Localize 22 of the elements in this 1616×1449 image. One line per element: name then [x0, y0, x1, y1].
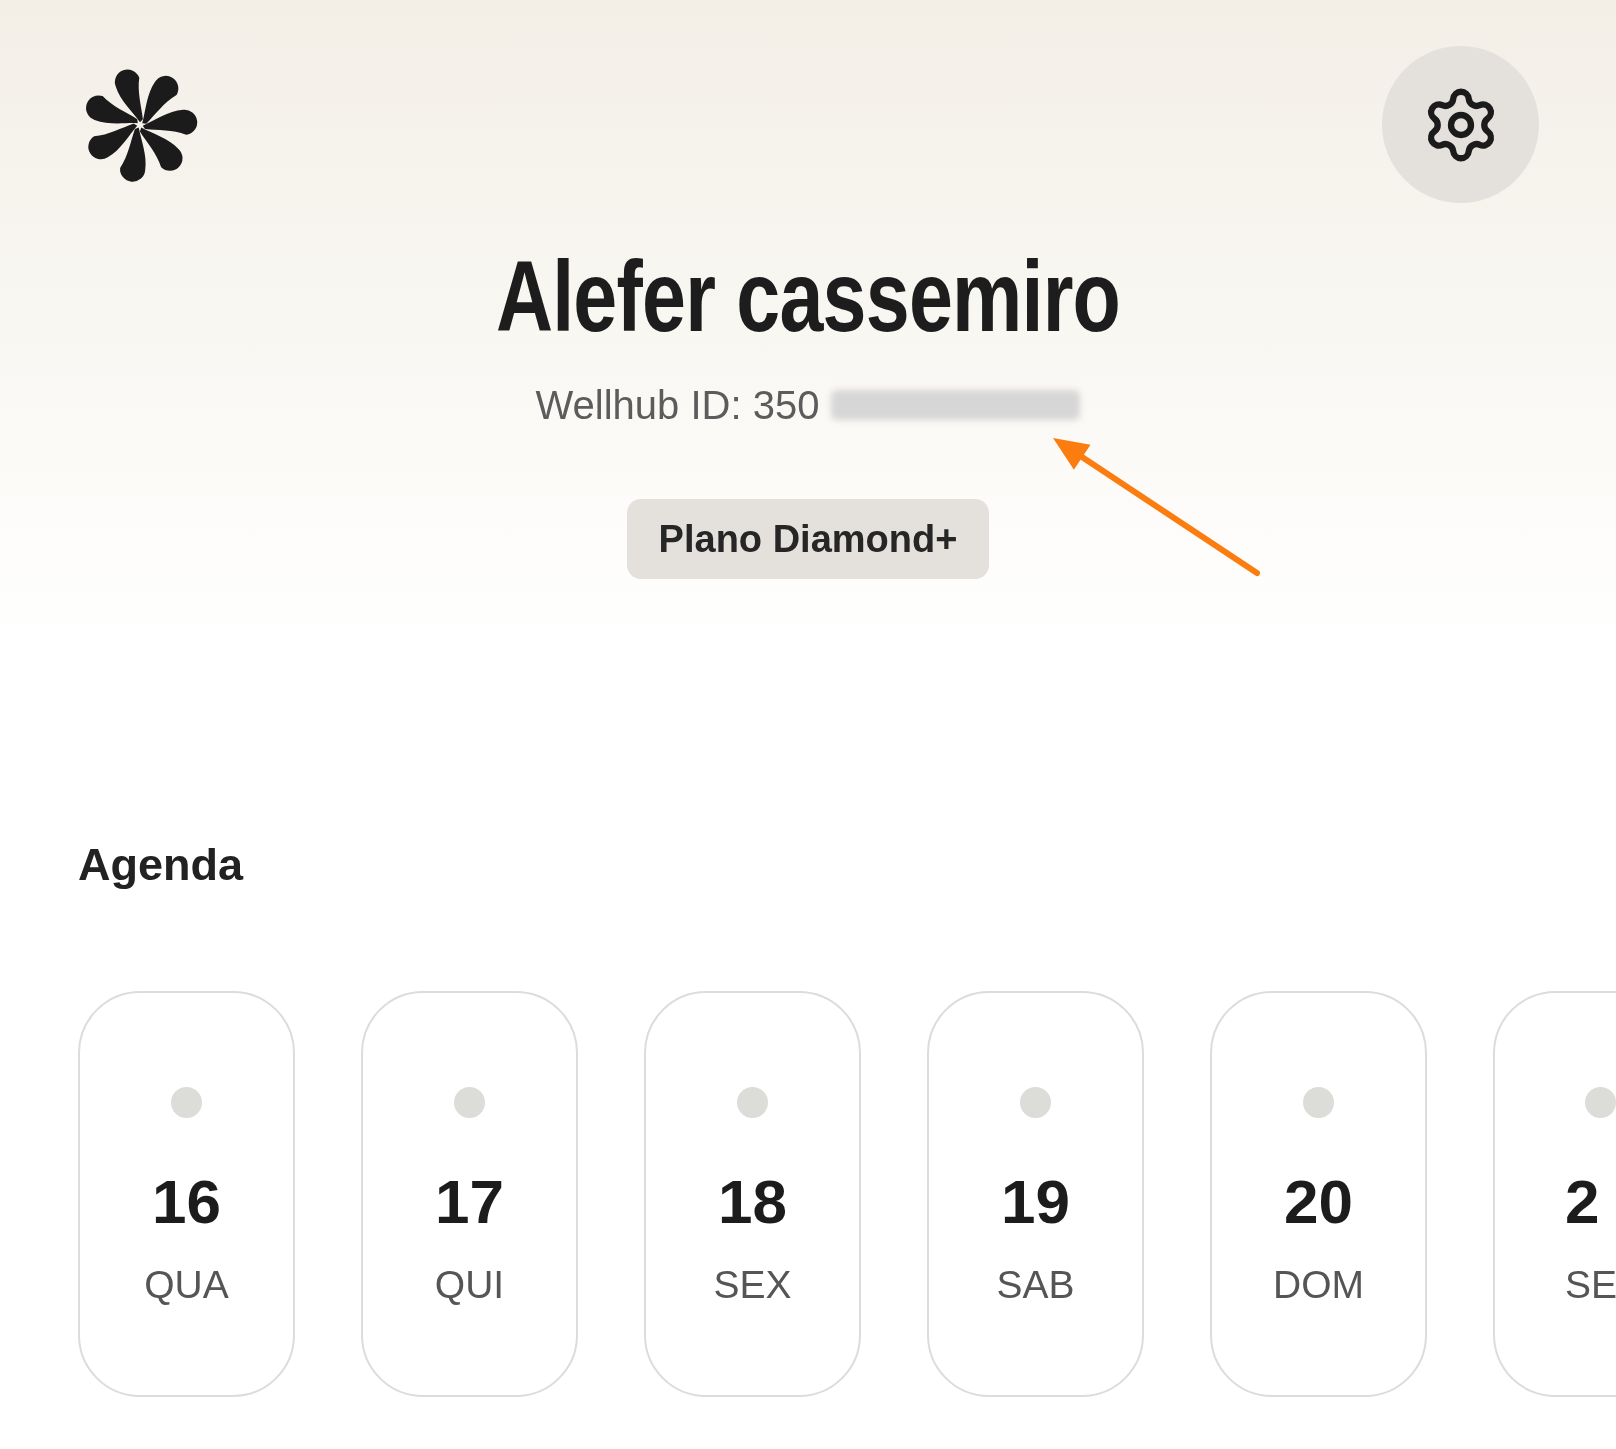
day-number: 18	[718, 1171, 787, 1233]
user-name: Alefer cassemiro	[495, 246, 1121, 346]
weekday-label: SE	[1565, 1265, 1616, 1304]
day-card[interactable]: 2 SE	[1493, 991, 1616, 1397]
day-number: 16	[152, 1171, 221, 1233]
weekday-label: QUI	[434, 1265, 505, 1304]
weekday-label: QUA	[144, 1265, 229, 1304]
day-card[interactable]: 19 SAB	[927, 991, 1144, 1397]
day-number: 17	[435, 1171, 504, 1233]
day-number: 20	[1284, 1171, 1353, 1233]
weekday-label: DOM	[1273, 1265, 1364, 1304]
day-card[interactable]: 17 QUI	[361, 991, 578, 1397]
day-card[interactable]: 18 SEX	[644, 991, 861, 1397]
day-card[interactable]: 20 DOM	[1210, 991, 1427, 1397]
day-number: 2	[1565, 1171, 1600, 1233]
weekday-label: SEX	[713, 1265, 792, 1304]
section-title: Agenda	[78, 842, 243, 887]
day-card[interactable]: 16 QUA	[78, 991, 295, 1397]
weekday-label: SAB	[996, 1265, 1075, 1304]
day-number: 19	[1001, 1171, 1070, 1233]
user-id: Wellhub ID: 350	[535, 385, 820, 425]
plan-badge: Plano Diamond+	[626, 499, 990, 579]
